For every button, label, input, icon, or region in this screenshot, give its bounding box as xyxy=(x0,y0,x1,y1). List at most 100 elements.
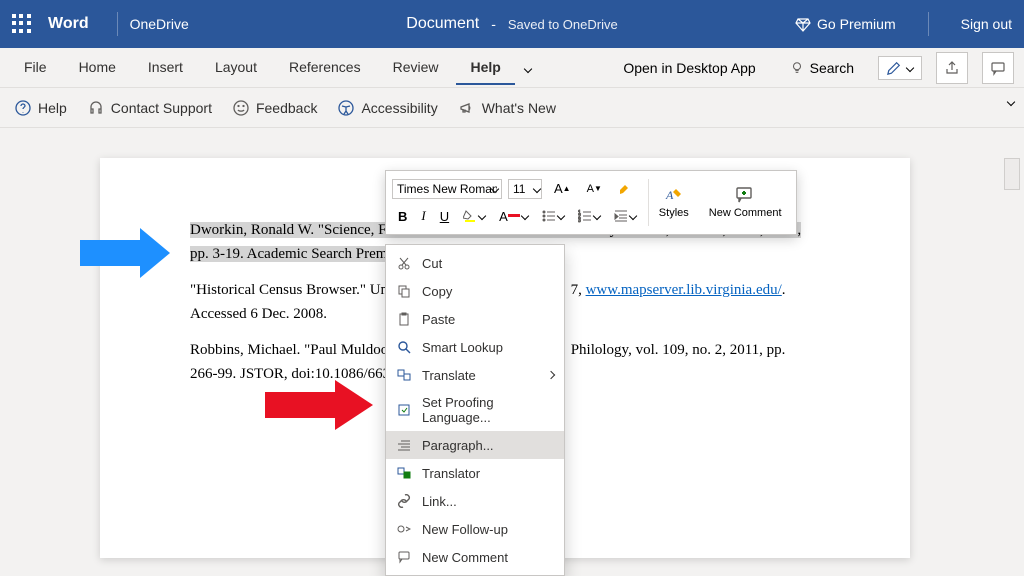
menu-label: Link... xyxy=(422,494,457,509)
menu-label: Translator xyxy=(422,466,480,481)
indent-button[interactable] xyxy=(608,205,642,227)
tab-references[interactable]: References xyxy=(275,51,375,85)
menu-proofing-language[interactable]: Set Proofing Language... xyxy=(386,389,564,431)
menu-link[interactable]: Link... xyxy=(386,487,564,515)
brush-icon xyxy=(618,182,632,196)
text: "Historical Census Browser." Un xyxy=(190,282,388,298)
text: Robbins, Michael. "Paul Muldoo xyxy=(190,342,388,358)
menu-paragraph[interactable]: Paragraph... xyxy=(386,431,564,459)
text: 7, xyxy=(571,282,586,298)
diamond-icon xyxy=(795,16,811,32)
feedback-label: Feedback xyxy=(256,100,317,116)
chevron-down-icon xyxy=(906,63,914,71)
bullets-icon xyxy=(542,209,556,223)
tab-home[interactable]: Home xyxy=(65,51,130,85)
megaphone-icon xyxy=(458,99,476,117)
share-icon xyxy=(944,60,960,76)
dash: - xyxy=(491,16,496,32)
italic-button[interactable]: I xyxy=(415,204,431,228)
save-status: Saved to OneDrive xyxy=(508,17,618,32)
bullets-button[interactable] xyxy=(536,205,570,227)
menu-cut[interactable]: Cut xyxy=(386,249,564,277)
menu-translate[interactable]: Translate xyxy=(386,361,564,389)
new-comment-label: New Comment xyxy=(709,207,782,219)
menu-copy[interactable]: Copy xyxy=(386,277,564,305)
comments-button[interactable] xyxy=(982,52,1014,84)
menu-translator[interactable]: Translator xyxy=(386,459,564,487)
menu-smart-lookup[interactable]: Smart Lookup xyxy=(386,333,564,361)
bold-button[interactable]: B xyxy=(392,205,413,228)
menu-label: Cut xyxy=(422,256,442,271)
styles-label: Styles xyxy=(659,207,689,219)
title-right: Go Premium Sign out xyxy=(795,12,1012,36)
divider xyxy=(928,12,929,36)
svg-text:3: 3 xyxy=(578,218,581,223)
premium-label: Go Premium xyxy=(817,16,896,32)
text: Accessed 6 Dec. 2008. xyxy=(190,306,327,322)
paste-icon xyxy=(396,311,412,327)
share-button[interactable] xyxy=(936,52,968,84)
menu-label: Smart Lookup xyxy=(422,340,503,355)
menu-paste[interactable]: Paste xyxy=(386,305,564,333)
pencil-icon xyxy=(887,61,901,75)
cut-icon xyxy=(396,255,412,271)
app-name: Word xyxy=(48,15,89,33)
highlight-icon xyxy=(463,209,477,223)
app-launcher-icon[interactable] xyxy=(12,14,32,34)
new-comment-button[interactable]: New Comment xyxy=(699,179,792,225)
search-label: Search xyxy=(810,60,854,76)
comment-icon xyxy=(990,60,1006,76)
open-desktop-button[interactable]: Open in Desktop App xyxy=(613,52,765,84)
tab-help[interactable]: Help xyxy=(456,51,514,85)
font-family-select[interactable] xyxy=(392,179,502,199)
headset-icon xyxy=(87,99,105,117)
menu-label: Copy xyxy=(422,284,452,299)
format-painter-button[interactable] xyxy=(612,178,638,200)
decrease-font-button[interactable]: A▼ xyxy=(581,179,608,199)
menu-new-comment[interactable]: New Comment xyxy=(386,543,564,571)
underline-button[interactable]: U xyxy=(434,205,455,228)
document-name[interactable]: Document xyxy=(406,15,479,33)
context-menu: Cut Copy Paste Smart Lookup Translate Se… xyxy=(385,244,565,576)
tab-insert[interactable]: Insert xyxy=(134,51,197,85)
menu-followup[interactable]: New Follow-up xyxy=(386,515,564,543)
comment-plus-icon xyxy=(735,185,755,205)
font-color-button[interactable]: A xyxy=(493,205,534,228)
editing-mode-button[interactable] xyxy=(878,56,922,80)
help-button[interactable]: Help xyxy=(14,99,67,117)
tab-layout[interactable]: Layout xyxy=(201,51,271,85)
text: Philology, vol. 109, no. 2, 2011, pp. xyxy=(571,342,786,358)
proofing-icon xyxy=(396,402,412,418)
tab-review[interactable]: Review xyxy=(379,51,453,85)
chevron-right-icon xyxy=(547,371,555,379)
menu-label: Paragraph... xyxy=(422,438,494,453)
increase-font-button[interactable]: A▲ xyxy=(548,177,577,200)
text: . xyxy=(782,282,786,298)
tabs-overflow-chevron[interactable] xyxy=(519,51,537,85)
feedback-button[interactable]: Feedback xyxy=(232,99,317,117)
accessibility-label: Accessibility xyxy=(361,100,437,116)
whats-new-button[interactable]: What's New xyxy=(458,99,556,117)
svg-text:A: A xyxy=(665,188,674,202)
selected-text: pp. 3-19. Academic Search Prem xyxy=(190,246,387,262)
lightbulb-icon xyxy=(790,61,804,75)
ruler-tab[interactable] xyxy=(1004,158,1020,190)
signout-button[interactable]: Sign out xyxy=(961,16,1012,32)
hyperlink[interactable]: www.mapserver.lib.virginia.edu/ xyxy=(586,282,782,298)
menu-label: Paste xyxy=(422,312,455,327)
highlight-button[interactable] xyxy=(457,205,491,227)
location-label[interactable]: OneDrive xyxy=(130,16,189,32)
tab-file[interactable]: File xyxy=(10,51,61,85)
go-premium-button[interactable]: Go Premium xyxy=(795,16,896,32)
styles-button[interactable]: A Styles xyxy=(649,179,699,225)
contact-support-button[interactable]: Contact Support xyxy=(87,99,212,117)
flag-icon xyxy=(396,521,412,537)
numbering-icon: 123 xyxy=(578,209,592,223)
collapse-ribbon-chevron[interactable] xyxy=(1008,92,1014,110)
accessibility-button[interactable]: Accessibility xyxy=(337,99,437,117)
help-icon xyxy=(14,99,32,117)
menu-label: New Comment xyxy=(422,550,508,565)
search-button[interactable]: Search xyxy=(780,52,864,84)
numbering-button[interactable]: 123 xyxy=(572,205,606,227)
styles-icon: A xyxy=(664,185,684,205)
